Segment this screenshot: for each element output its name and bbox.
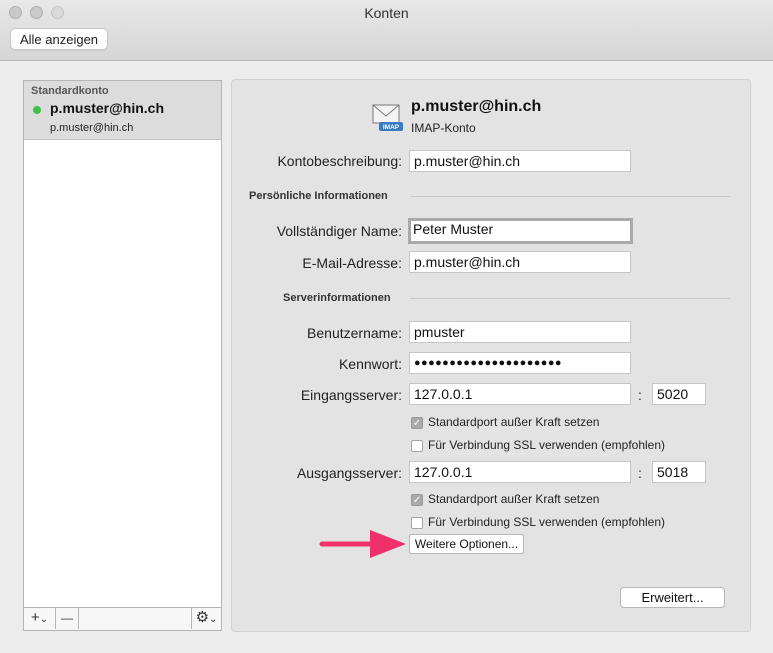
- add-account-button[interactable]: +⌄: [24, 608, 56, 629]
- envelope-imap-icon: IMAP: [372, 104, 403, 131]
- personal-info-heading: Persönliche Informationen: [249, 190, 388, 202]
- window-titlebar: Konten Alle anzeigen: [0, 0, 773, 61]
- account-header-name: p.muster@hin.ch: [411, 98, 542, 115]
- email-field[interactable]: p.muster@hin.ch: [409, 251, 631, 273]
- account-list-item[interactable]: Standardkonto p.muster@hin.ch p.muster@h…: [24, 81, 221, 140]
- username-field[interactable]: pmuster: [409, 321, 631, 343]
- incoming-override-port-label: Standardport außer Kraft setzen: [428, 415, 600, 429]
- outgoing-ssl-checkbox[interactable]: [411, 517, 423, 529]
- outgoing-server-label: Ausgangsserver:: [296, 465, 402, 481]
- incoming-override-port-checkbox[interactable]: ✓: [411, 417, 423, 429]
- incoming-ssl-label: Für Verbindung SSL verwenden (empfohlen): [428, 438, 666, 452]
- password-label: Kennwort:: [338, 356, 402, 372]
- minus-icon: —: [61, 611, 73, 625]
- incoming-ssl-checkbox[interactable]: [411, 440, 423, 452]
- annotation-arrow-icon: [319, 530, 406, 558]
- outgoing-override-port-checkbox[interactable]: ✓: [411, 494, 423, 506]
- account-type-label: IMAP-Konto: [411, 121, 476, 135]
- imap-badge-text: IMAP: [383, 124, 400, 131]
- section-divider: [410, 298, 730, 299]
- section-divider: [410, 196, 730, 197]
- password-field[interactable]: ●●●●●●●●●●●●●●●●●●●●●: [409, 352, 631, 374]
- incoming-port-field[interactable]: 5020: [652, 383, 706, 405]
- sidebar-toolbar: +⌄ — ⚙⌄: [24, 607, 221, 630]
- port-separator: :: [638, 465, 642, 481]
- gear-icon: ⚙: [195, 609, 210, 626]
- outgoing-port-field[interactable]: 5018: [652, 461, 706, 483]
- email-label: E-Mail-Adresse:: [302, 255, 402, 271]
- more-options-button[interactable]: Weitere Optionen...: [409, 534, 524, 554]
- online-status-icon: [33, 106, 41, 114]
- port-separator: :: [638, 387, 642, 403]
- advanced-button[interactable]: Erweitert...: [620, 587, 725, 608]
- server-info-heading: Serverinformationen: [283, 292, 391, 304]
- default-account-section-label: Standardkonto: [31, 85, 109, 97]
- account-description-field[interactable]: p.muster@hin.ch: [409, 150, 631, 172]
- account-description-label: Kontobeschreibung:: [277, 153, 402, 169]
- chevron-down-icon: ⌄: [209, 614, 218, 625]
- outgoing-ssl-label: Für Verbindung SSL verwenden (empfohlen): [428, 515, 666, 529]
- accounts-sidebar: Standardkonto p.muster@hin.ch p.muster@h…: [23, 80, 222, 631]
- account-list-item-subtitle: p.muster@hin.ch: [50, 122, 134, 134]
- incoming-server-label: Eingangsserver:: [300, 387, 402, 403]
- chevron-down-icon: ⌄: [39, 614, 49, 625]
- account-actions-button[interactable]: ⚙⌄: [191, 608, 221, 629]
- plus-icon: +: [30, 609, 40, 626]
- outgoing-override-port-label: Standardport außer Kraft setzen: [428, 492, 600, 506]
- account-list-item-name: p.muster@hin.ch: [50, 100, 164, 116]
- incoming-server-field[interactable]: 127.0.0.1: [409, 383, 631, 405]
- full-name-label: Vollständiger Name:: [276, 223, 402, 239]
- full-name-field[interactable]: Peter Muster: [408, 218, 633, 244]
- remove-account-button[interactable]: —: [56, 608, 79, 629]
- username-label: Benutzername:: [307, 325, 402, 341]
- account-details-panel: IMAP p.muster@hin.ch IMAP-Konto Kontobes…: [231, 79, 751, 632]
- outgoing-server-field[interactable]: 127.0.0.1: [409, 461, 631, 483]
- window-title: Konten: [364, 5, 409, 21]
- show-all-button[interactable]: Alle anzeigen: [10, 28, 108, 50]
